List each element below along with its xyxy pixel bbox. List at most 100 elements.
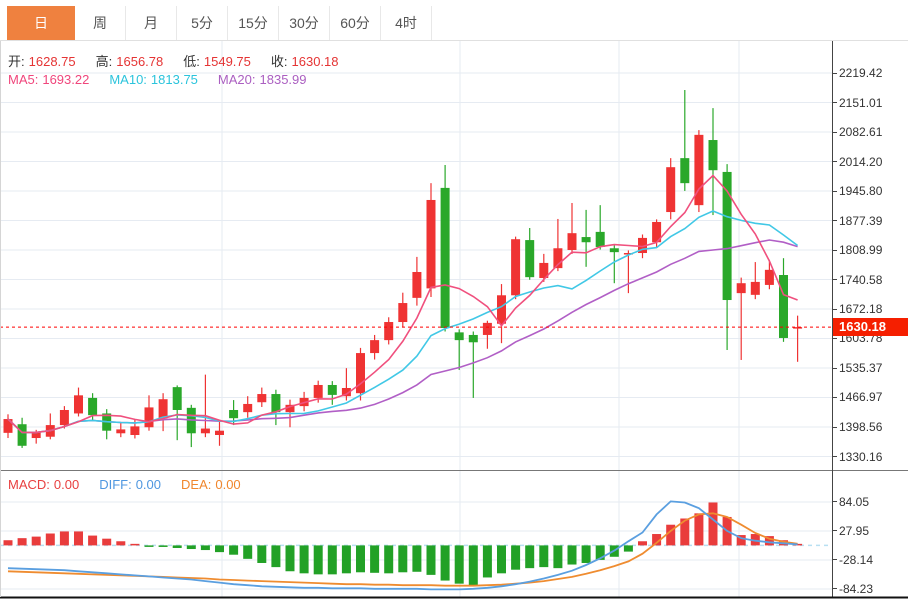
candle-up bbox=[130, 426, 140, 436]
macd-readout: MACD: 0.00 DIFF: 0.00 DEA: 0.00 bbox=[8, 477, 261, 492]
candle-down bbox=[88, 397, 98, 416]
current-price-badge: 1630.18 bbox=[833, 318, 908, 337]
axis-tick-mark bbox=[832, 456, 837, 457]
readout-value: 1835.99 bbox=[259, 72, 307, 87]
candle-up bbox=[750, 281, 760, 295]
axis-tick-label: 1740.58 bbox=[839, 272, 883, 287]
candle-up bbox=[384, 322, 394, 341]
macd-histogram-bar bbox=[497, 545, 506, 574]
macd-histogram-bar bbox=[102, 538, 112, 546]
macd-histogram-bar bbox=[567, 545, 577, 565]
macd-histogram-bar bbox=[285, 545, 295, 572]
macd-histogram-bar bbox=[638, 541, 647, 546]
macd-histogram-bar bbox=[694, 513, 704, 546]
readout-value: 0.00 bbox=[215, 477, 241, 492]
macd-histogram-bar bbox=[398, 545, 408, 573]
readout-item: MA5: 1693.22 bbox=[8, 72, 93, 87]
readout-label: MA5: bbox=[8, 72, 39, 87]
macd-histogram-bar bbox=[384, 545, 394, 574]
axis-tick-label: 27.95 bbox=[839, 523, 870, 538]
chart-canvas[interactable] bbox=[0, 0, 908, 603]
readout-item: MA20: 1835.99 bbox=[218, 72, 311, 87]
macd-histogram-bar bbox=[243, 545, 253, 559]
candle-up bbox=[31, 432, 41, 439]
axis-tick-mark bbox=[832, 308, 837, 310]
axis-tick-label: 1330.16 bbox=[839, 449, 883, 464]
axis-tick-label: 1945.80 bbox=[839, 184, 883, 198]
readout-value: 0.00 bbox=[135, 477, 162, 492]
macd-histogram-bar bbox=[45, 533, 55, 546]
readout-item: MA10: 1813.75 bbox=[109, 72, 202, 87]
candle-down bbox=[271, 394, 281, 413]
candle-down bbox=[327, 384, 337, 395]
candle-up bbox=[764, 269, 774, 285]
macd-histogram-bar bbox=[412, 545, 422, 572]
candle-up bbox=[497, 295, 506, 324]
candle-down bbox=[609, 248, 619, 253]
axis-tick-mark bbox=[832, 426, 837, 428]
candle-up bbox=[257, 394, 267, 403]
readout-label: 收: bbox=[270, 54, 288, 69]
readout-item: 收: 1630.18 bbox=[271, 54, 343, 69]
axis-tick-label: 1877.39 bbox=[839, 213, 883, 228]
candle-up bbox=[59, 409, 69, 426]
candle-up bbox=[567, 233, 577, 250]
axis-tick-mark bbox=[832, 220, 837, 221]
ma-readout: MA5: 1693.22 MA10: 1813.75 MA20: 1835.99 bbox=[8, 72, 327, 87]
candle-down bbox=[454, 332, 464, 341]
macd-histogram-bar bbox=[271, 545, 281, 568]
macd-histogram-bar bbox=[482, 545, 492, 578]
macd-histogram-bar bbox=[200, 545, 210, 551]
frame-layer bbox=[0, 41, 908, 599]
candle-down bbox=[229, 409, 239, 419]
macd-histogram-bar bbox=[59, 531, 69, 546]
kline-chart-app: 日周月 5分 15分 30分 60分 4时 开: 1628.75 高: 1656.78 低: 154… bbox=[0, 0, 908, 603]
macd-histogram-bar bbox=[553, 545, 563, 569]
candle-down bbox=[172, 387, 182, 410]
macd-histogram-bar bbox=[215, 545, 224, 553]
macd-histogram-bar bbox=[426, 545, 436, 575]
readout-item: 开: 1628.75 bbox=[8, 54, 80, 69]
axis-tick-label: 84.05 bbox=[839, 494, 870, 509]
macd-histogram-bar bbox=[229, 545, 239, 555]
axis-tick-label: -28.14 bbox=[839, 552, 874, 567]
macd-histogram-bar bbox=[327, 545, 337, 575]
macd-histogram-bar bbox=[172, 545, 182, 548]
axis-tick-label: 1672.18 bbox=[839, 302, 883, 316]
axis-tick-mark bbox=[832, 530, 837, 532]
readout-value: 1630.18 bbox=[291, 54, 339, 69]
candle-down bbox=[581, 237, 591, 243]
axis-tick-mark bbox=[832, 161, 837, 162]
macd-histogram-bar bbox=[299, 545, 309, 574]
candle-up bbox=[243, 403, 253, 413]
readout-label: MA20: bbox=[217, 72, 256, 87]
macd-histogram-bar bbox=[158, 545, 168, 547]
macd-histogram-bar bbox=[511, 545, 521, 570]
axis-tick-label: 2151.01 bbox=[839, 95, 883, 110]
ohlc-readout: 开: 1628.75 高: 1656.78 低: 1549.75 收: 1630.18 bbox=[8, 51, 359, 70]
candle-up bbox=[200, 428, 210, 434]
readout-value: 1628.75 bbox=[28, 54, 76, 69]
macd-histogram-bar bbox=[539, 545, 549, 568]
candle-up bbox=[215, 430, 224, 436]
macd-histogram-bar bbox=[17, 538, 27, 546]
readout-label: 高: bbox=[95, 54, 113, 69]
readout-value: 1656.78 bbox=[116, 54, 164, 69]
candle-up bbox=[158, 399, 168, 419]
macd-histogram-bar bbox=[313, 545, 323, 575]
candle-down bbox=[17, 424, 27, 446]
axis-tick-mark bbox=[832, 102, 837, 103]
candle-down bbox=[595, 231, 605, 247]
readout-label: MACD: bbox=[8, 477, 50, 492]
readout-item: 低: 1549.75 bbox=[183, 54, 255, 69]
candle-up bbox=[666, 167, 676, 213]
axis-tick-label: 2219.42 bbox=[839, 66, 883, 80]
axis-tick-label: -84.23 bbox=[839, 581, 874, 596]
macd-histogram-bar bbox=[186, 545, 196, 550]
candlestick-layer bbox=[3, 90, 803, 448]
axis-tick-label: 1398.56 bbox=[839, 420, 883, 434]
macd-histogram-bar bbox=[356, 545, 365, 573]
macd-histogram-bar bbox=[454, 545, 464, 584]
macd-histogram-bar bbox=[144, 545, 154, 547]
macd-histogram-bar bbox=[468, 545, 478, 586]
